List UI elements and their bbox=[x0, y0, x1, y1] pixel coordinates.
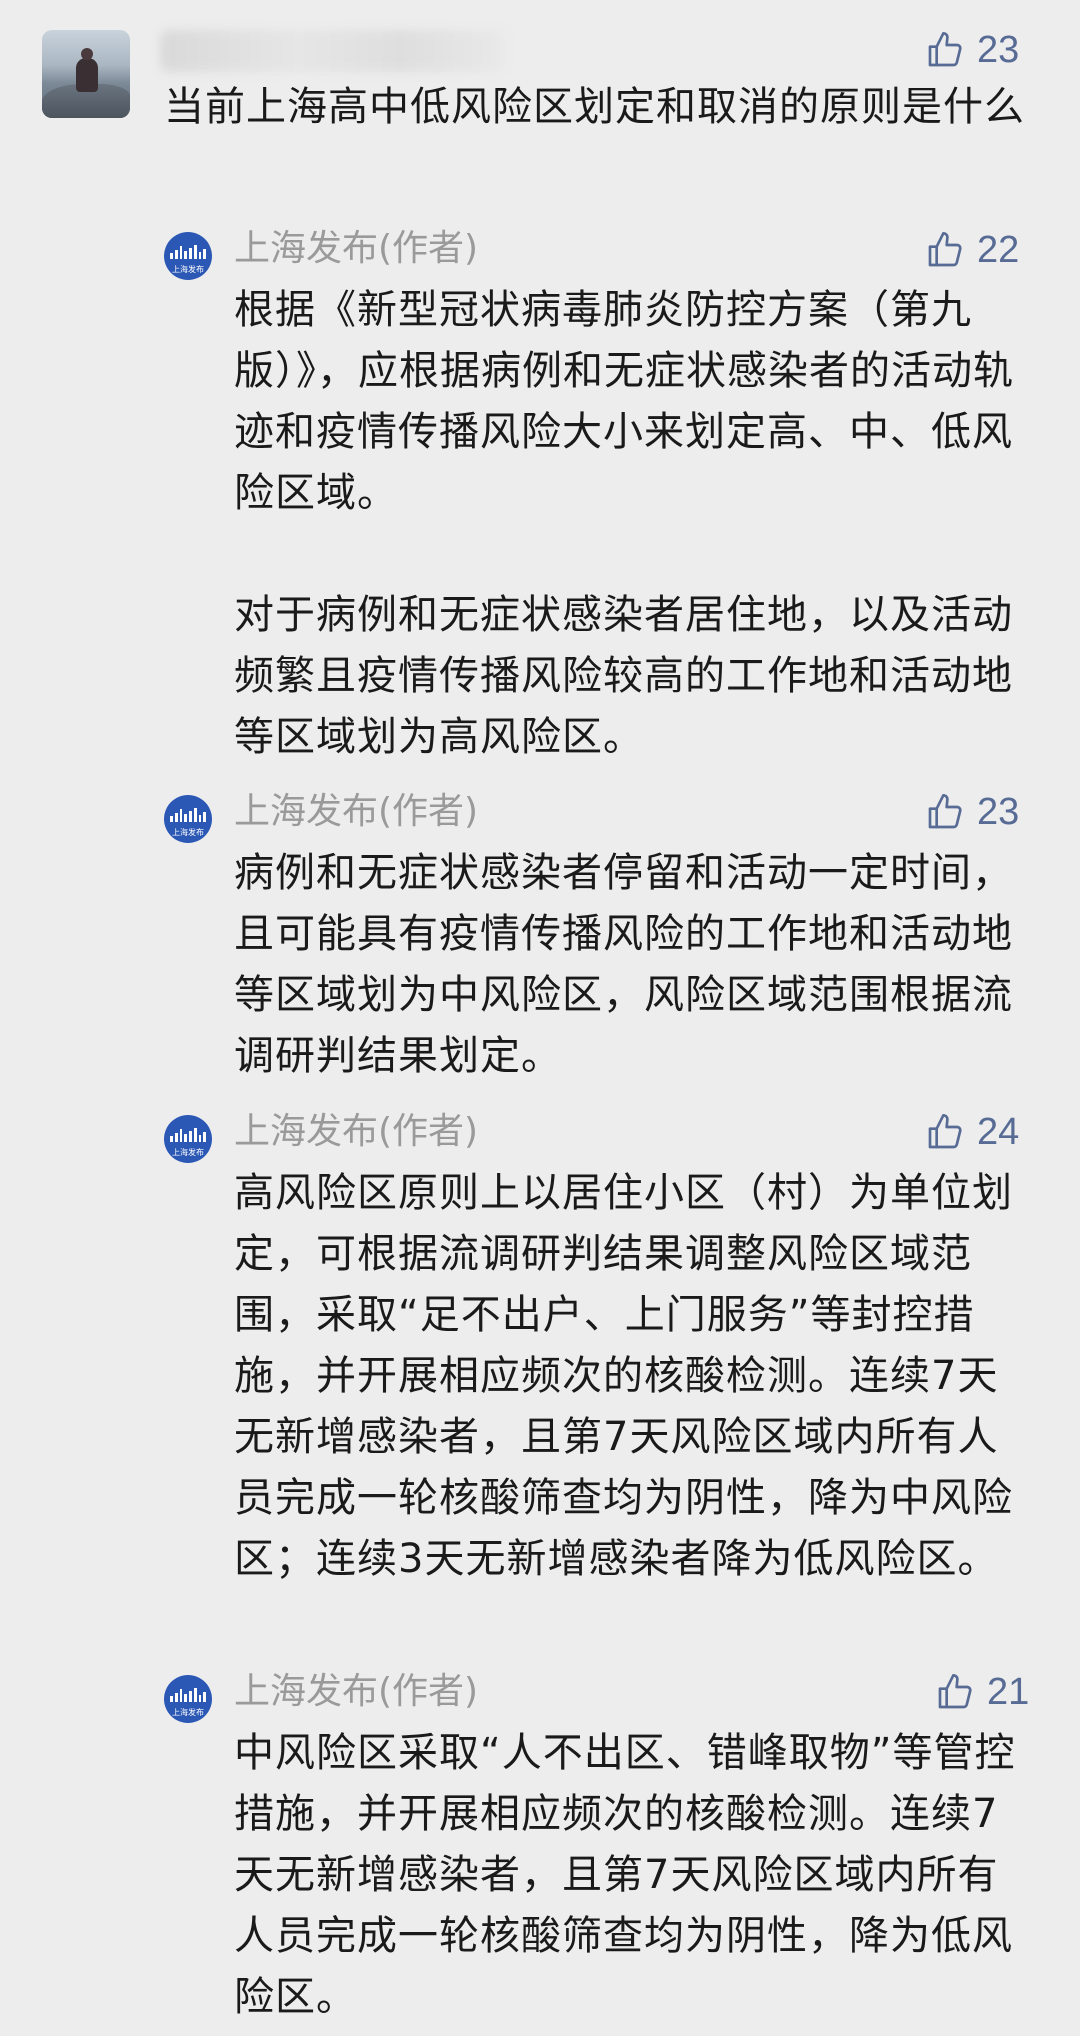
avatar-skyline bbox=[170, 1688, 206, 1702]
author-name[interactable]: 上海发布(作者) bbox=[234, 1667, 478, 1717]
author-name[interactable]: 上海发布(作者) bbox=[234, 1107, 478, 1157]
reply-item: 上海发布 上海发布(作者) 根据《新型冠状病毒肺炎防控方案（第九版）》，应根据病… bbox=[164, 228, 1044, 760]
like-button[interactable]: 24 bbox=[925, 1112, 1019, 1152]
author-avatar[interactable]: 上海发布 bbox=[164, 1115, 212, 1163]
like-count: 23 bbox=[977, 791, 1020, 833]
thumbs-up-icon bbox=[925, 230, 965, 270]
avatar-label: 上海发布 bbox=[172, 1708, 204, 1717]
blurred-commenter-name bbox=[160, 30, 505, 72]
avatar-skyline bbox=[170, 1128, 206, 1142]
avatar-label: 上海发布 bbox=[172, 265, 204, 274]
comment-thread: 23 当前上海高中低风险区划定和取消的原则是什么 上海发布 上海发布(作者) 根… bbox=[0, 0, 1080, 2036]
avatar-skyline bbox=[170, 808, 206, 822]
avatar-label: 上海发布 bbox=[172, 828, 204, 837]
author-avatar[interactable]: 上海发布 bbox=[164, 1675, 212, 1723]
avatar-label: 上海发布 bbox=[172, 1148, 204, 1157]
reply-item: 上海发布 上海发布(作者) 高风险区原则上以居住小区（村）为单位划定，可根据流调… bbox=[164, 1111, 1044, 1655]
like-count: 23 bbox=[977, 29, 1020, 71]
like-count: 21 bbox=[987, 1671, 1030, 1713]
reply-item: 上海发布 上海发布(作者) 病例和无症状感染者停留和活动一定时间，且可能具有疫情… bbox=[164, 791, 1044, 1085]
commenter-avatar[interactable] bbox=[42, 30, 130, 118]
avatar-person bbox=[76, 48, 98, 92]
author-avatar[interactable]: 上海发布 bbox=[164, 232, 212, 280]
reply-text: 中风险区采取“人不出区、错峰取物”等管控措施，并开展相应频次的核酸检测。连续7天… bbox=[234, 1730, 1016, 2020]
thumbs-up-icon bbox=[925, 30, 965, 70]
comment-text: 当前上海高中低风险区划定和取消的原则是什么 bbox=[164, 84, 1025, 130]
author-name[interactable]: 上海发布(作者) bbox=[234, 787, 478, 837]
like-button[interactable]: 23 bbox=[925, 792, 1019, 832]
like-count: 24 bbox=[977, 1111, 1020, 1153]
reply-item: 上海发布 上海发布(作者) 中风险区采取“人不出区、错峰取物”等管控措施，并开展… bbox=[164, 1671, 1044, 2020]
author-avatar[interactable]: 上海发布 bbox=[164, 795, 212, 843]
reply-text: 高风险区原则上以居住小区（村）为单位划定，可根据流调研判结果调整风险区域范围，采… bbox=[234, 1170, 1013, 1582]
thumbs-up-icon bbox=[935, 1672, 975, 1712]
like-button[interactable]: 22 bbox=[925, 230, 1019, 270]
reply-text: 根据《新型冠状病毒肺炎防控方案（第九版）》，应根据病例和无症状感染者的活动轨迹和… bbox=[234, 287, 1014, 760]
avatar-skyline bbox=[170, 245, 206, 259]
thumbs-up-icon bbox=[925, 792, 965, 832]
author-name[interactable]: 上海发布(作者) bbox=[234, 224, 478, 274]
like-button[interactable]: 21 bbox=[935, 1672, 1029, 1712]
like-count: 22 bbox=[977, 229, 1020, 271]
thumbs-up-icon bbox=[925, 1112, 965, 1152]
like-button[interactable]: 23 bbox=[925, 30, 1019, 70]
reply-text: 病例和无症状感染者停留和活动一定时间，且可能具有疫情传播风险的工作地和活动地等区… bbox=[234, 850, 1013, 1079]
